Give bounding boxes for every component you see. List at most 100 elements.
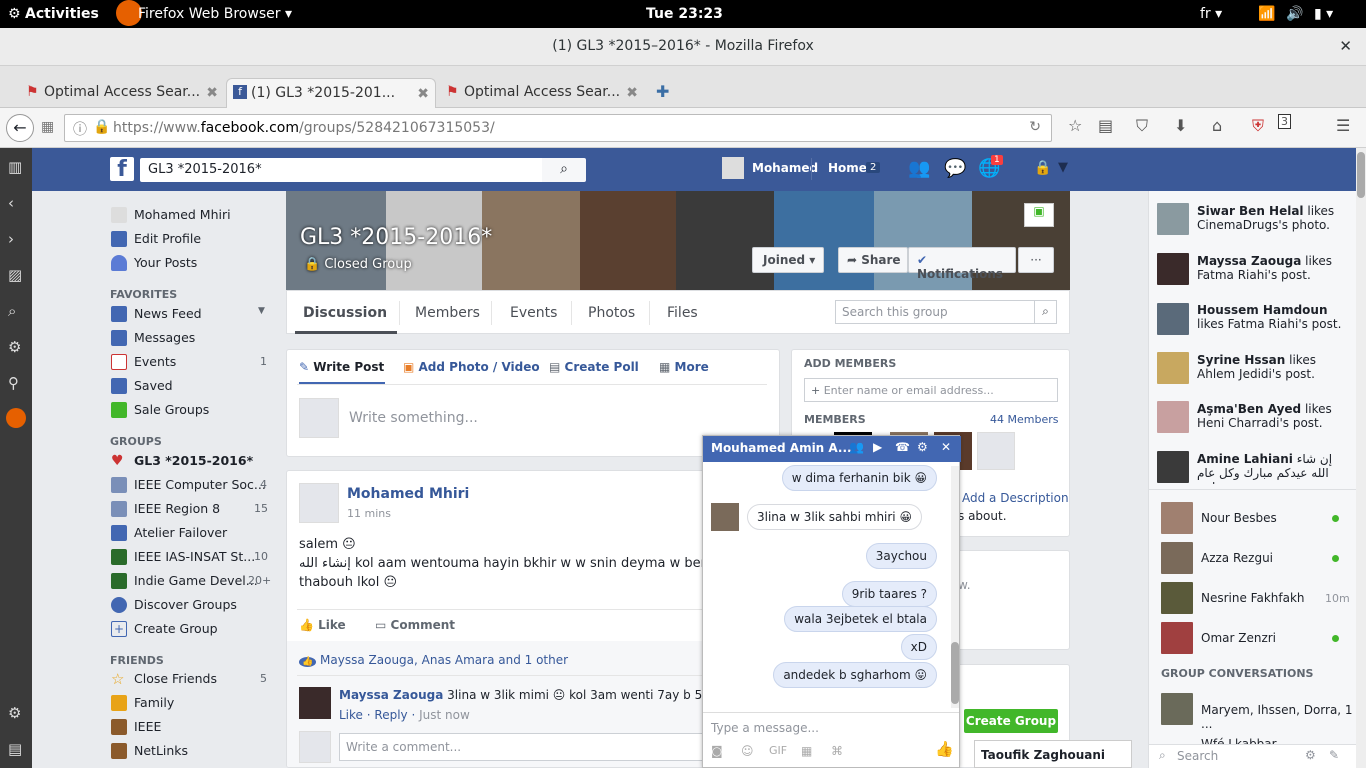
events-link[interactable]: Events (134, 354, 176, 369)
search-icon[interactable]: ⌕ (1034, 301, 1056, 323)
edit-cover-icon[interactable]: ▣ (1024, 203, 1054, 227)
avatar[interactable] (299, 687, 331, 719)
tab-close-icon[interactable]: ✖ (626, 85, 638, 101)
group-atelier-link[interactable]: Atelier Failover (134, 525, 227, 540)
facebook-logo-icon[interactable]: f (110, 157, 134, 182)
lang-menu[interactable]: fr ▾ (1200, 6, 1222, 22)
ticker-item[interactable]: Syrine Hssan likes Ahlem Jedidi's post. (1197, 353, 1353, 381)
window-close-icon[interactable]: ✕ (1339, 37, 1352, 55)
group-indie-link[interactable]: Indie Game Devel... (134, 573, 258, 588)
more-tab[interactable]: ▦ More (659, 360, 709, 374)
site-info-icon[interactable]: ▦ (41, 119, 54, 135)
chat-scroll-thumb[interactable] (951, 642, 959, 704)
discover-groups-link[interactable]: Discover Groups (134, 597, 237, 612)
menu-icon[interactable]: ☰ (1336, 116, 1350, 135)
group-title[interactable]: GL3 *2015-2016* (300, 225, 492, 250)
tab-close-icon[interactable]: ✖ (206, 85, 218, 101)
comment-button[interactable]: ▭ Comment (375, 618, 455, 632)
minimized-chat-tab[interactable]: Taoufik Zaghouani (974, 740, 1132, 768)
extension-badge-icon[interactable]: 3 (1278, 114, 1291, 129)
tab-members[interactable]: Members (415, 305, 480, 321)
group-ieee-ias-link[interactable]: IEEE IAS-INSAT St... (134, 549, 255, 564)
like-button[interactable]: 👍 Like (299, 618, 346, 632)
profile-name-link[interactable]: Mohamed Mhiri (134, 207, 231, 222)
family-link[interactable]: Family (134, 695, 174, 710)
avatar[interactable] (1157, 303, 1189, 335)
avatar[interactable] (1157, 203, 1189, 235)
add-member-input[interactable]: + Enter name or email address... (804, 378, 1058, 402)
sidebar-panel-icon[interactable]: ▤ (8, 740, 22, 758)
share-button[interactable]: ➦ Share (838, 247, 908, 273)
emoji-icon[interactable]: ☺ (741, 744, 754, 758)
write-post-tab[interactable]: ✎ Write Post (299, 360, 384, 374)
account-menu-icon[interactable]: ▼ (1058, 160, 1068, 175)
chat-scrollbar[interactable] (951, 466, 959, 708)
post-author-link[interactable]: Mohamed Mhiri (347, 486, 469, 502)
sidebar-firefox-icon[interactable] (6, 408, 26, 428)
chat-close-icon[interactable]: ✕ (941, 440, 951, 454)
info-icon[interactable]: ⓘ (73, 119, 87, 139)
members-count-link[interactable]: 44 Members (990, 413, 1058, 426)
privacy-lock-icon[interactable]: 🔒 (1034, 160, 1051, 176)
home-icon[interactable]: ⌂ (1212, 116, 1222, 135)
more-options-button[interactable]: ··· (1018, 247, 1054, 273)
reload-icon[interactable]: ↻ (1029, 119, 1041, 135)
avatar[interactable] (1161, 693, 1193, 725)
comment-author-link[interactable]: Mayssa Zaouga (339, 688, 443, 702)
ticker-item[interactable]: Houssem Hamdoun likes Fatma Riahi's post… (1197, 303, 1353, 331)
group-search-input[interactable]: Search this group ⌕ (835, 300, 1057, 324)
avatar[interactable] (1157, 401, 1189, 433)
ieee-list-link[interactable]: IEEE (134, 719, 161, 734)
sidebar-settings-icon[interactable]: ⚙ (8, 338, 21, 356)
ticker-item[interactable]: Amine Lahiani إن شاء الله عيدكم مبارك وك… (1197, 452, 1353, 484)
chat-header[interactable]: Mouhamed Amin A... 👥 ▶ ☎ ⚙ ✕ (703, 436, 961, 462)
attachment-icon[interactable]: ⌘ (831, 744, 843, 758)
sidebar-gear-icon[interactable]: ⚙ (8, 704, 21, 722)
news-feed-menu-icon[interactable]: ▼ (258, 306, 265, 316)
create-group-button[interactable]: Create Group (964, 709, 1058, 733)
avatar[interactable] (1157, 451, 1189, 483)
tab-discussion[interactable]: Discussion (303, 305, 387, 321)
page-scroll-thumb[interactable] (1357, 152, 1365, 198)
sticker-icon[interactable]: ▦ (801, 744, 812, 758)
your-posts-link[interactable]: Your Posts (134, 255, 197, 270)
create-poll-tab[interactable]: ▤ Create Poll (549, 360, 639, 374)
app-menu[interactable]: Firefox Web Browser ▾ (138, 6, 292, 22)
new-tab-icon[interactable]: ✚ (656, 82, 669, 101)
close-friends-link[interactable]: Close Friends (134, 671, 217, 686)
post-timestamp[interactable]: 11 mins (347, 507, 391, 520)
facebook-search-input[interactable]: GL3 *2015-2016* (140, 158, 542, 182)
group-ieee-cs-link[interactable]: IEEE Computer Soc... (134, 477, 266, 492)
composer-input[interactable]: Write something... (349, 410, 478, 426)
reactions-summary[interactable]: 👍 Mayssa Zaouga, Anas Amara and 1 other (299, 653, 568, 667)
new-message-icon[interactable]: ✎ (1329, 748, 1339, 762)
back-icon[interactable]: ← (6, 114, 34, 142)
chat-search-bar[interactable]: ⌕ Search ⚙ ✎ (1149, 744, 1357, 768)
settings-gear-icon[interactable]: ⚙ (917, 440, 928, 454)
reading-list-icon[interactable]: ▤ (1098, 116, 1113, 135)
bookmark-star-icon[interactable]: ☆ (1068, 116, 1082, 135)
create-group-link[interactable]: Create Group (134, 621, 218, 636)
sidebar-network-icon[interactable]: ⚲ (8, 374, 19, 392)
edit-profile-link[interactable]: Edit Profile (134, 231, 201, 246)
sidebar-image-icon[interactable]: ▨ (8, 266, 22, 284)
wifi-icon[interactable]: 📶 (1258, 6, 1275, 22)
video-call-icon[interactable]: ▶ (873, 440, 882, 454)
add-people-icon[interactable]: 👥 (849, 440, 864, 454)
contact-name[interactable]: Nour Besbes (1201, 511, 1277, 525)
tab-events[interactable]: Events (510, 305, 557, 321)
ublock-icon[interactable]: ⛨ (1252, 116, 1264, 136)
comment-reply-link[interactable]: Reply (374, 708, 407, 722)
netlinks-link[interactable]: NetLinks (134, 743, 188, 758)
avatar[interactable] (1161, 542, 1193, 574)
notifications-button[interactable]: ✔ Notifications (908, 247, 1016, 281)
tab-facebook[interactable]: f (1) GL3 *2015-201... ✖ (226, 78, 436, 108)
news-feed-link[interactable]: News Feed (134, 306, 202, 321)
contact-name[interactable]: Omar Zenzri (1201, 631, 1276, 645)
saved-link[interactable]: Saved (134, 378, 173, 393)
pocket-icon[interactable]: ⛉ (1136, 116, 1148, 136)
tab-close-icon[interactable]: ✖ (417, 86, 429, 102)
page-scrollbar[interactable] (1356, 148, 1366, 768)
avatar[interactable] (1157, 352, 1189, 384)
user-avatar[interactable] (722, 157, 744, 179)
